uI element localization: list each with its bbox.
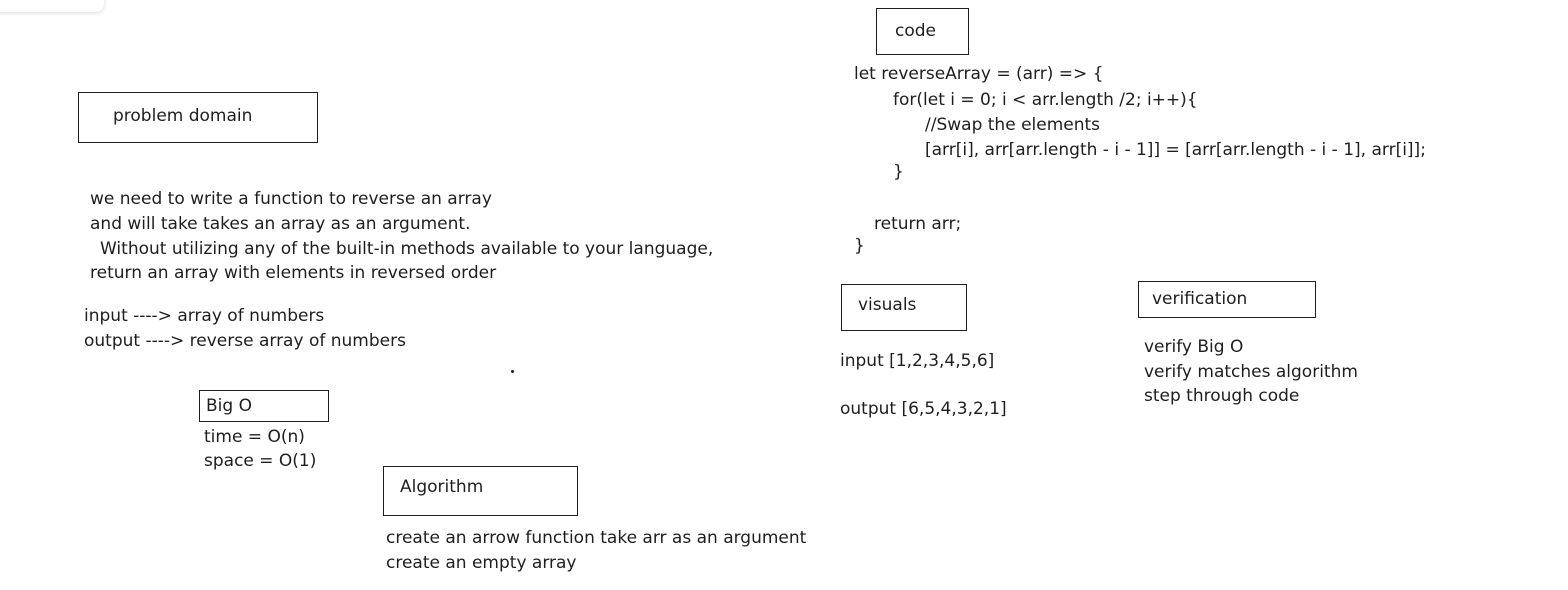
problem-text-line[interactable]: return an array with elements in reverse… [90, 262, 496, 284]
code-line[interactable]: } [854, 235, 865, 257]
verification-item[interactable]: verify Big O [1144, 336, 1243, 358]
algorithm-heading: Algorithm [400, 477, 484, 497]
problem-text-line[interactable]: Without utilizing any of the built-in me… [100, 238, 713, 260]
code-line[interactable]: for(let i = 0; i < arr.length /2; i++){ [893, 89, 1198, 111]
code-line[interactable]: [arr[i], arr[arr.length - i - 1]] = [arr… [925, 139, 1426, 161]
problem-output[interactable]: output ----> reverse array of numbers [84, 330, 406, 352]
code-line[interactable]: return arr; [874, 213, 961, 235]
big-o-heading-box[interactable]: Big O [199, 390, 329, 422]
algorithm-step[interactable]: create an arrow function take arr as an … [386, 527, 806, 549]
algorithm-heading-box[interactable]: Algorithm [383, 466, 578, 516]
problem-input[interactable]: input ----> array of numbers [84, 305, 324, 327]
toolbar-card [0, 0, 104, 12]
code-line[interactable]: let reverseArray = (arr) => { [854, 63, 1103, 85]
big-o-time[interactable]: time = O(n) [204, 426, 305, 448]
visuals-input[interactable]: input [1,2,3,4,5,6] [840, 350, 994, 372]
visuals-heading-box[interactable]: visuals [841, 284, 967, 331]
stray-dot [511, 370, 514, 373]
problem-domain-heading-box[interactable]: problem domain [78, 92, 318, 143]
problem-text-line[interactable]: we need to write a function to reverse a… [90, 188, 492, 210]
code-line[interactable]: } [893, 161, 904, 183]
verification-item[interactable]: verify matches algorithm [1144, 361, 1358, 383]
visuals-output[interactable]: output [6,5,4,3,2,1] [840, 398, 1007, 420]
big-o-heading: Big O [206, 396, 252, 416]
big-o-space[interactable]: space = O(1) [204, 450, 316, 472]
problem-domain-heading: problem domain [113, 106, 253, 126]
problem-text-line[interactable]: and will take takes an array as an argum… [90, 213, 470, 235]
code-line[interactable]: //Swap the elements [925, 114, 1100, 136]
code-heading: code [895, 21, 936, 41]
algorithm-step[interactable]: create an empty array [386, 552, 576, 574]
visuals-heading: visuals [858, 295, 917, 315]
verification-heading: verification [1152, 289, 1248, 309]
verification-heading-box[interactable]: verification [1138, 281, 1316, 318]
verification-item[interactable]: step through code [1144, 385, 1299, 407]
code-heading-box[interactable]: code [876, 8, 969, 55]
